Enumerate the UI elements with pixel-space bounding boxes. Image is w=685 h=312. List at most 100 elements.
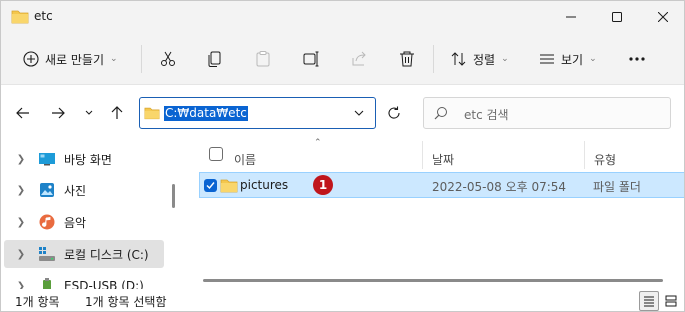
tiles-view-icon xyxy=(665,295,677,307)
sidebar-item-label: 사진 xyxy=(64,183,87,198)
sidebar-item-label: 음악 xyxy=(64,215,87,230)
search-input[interactable]: etc 검색 xyxy=(464,106,509,123)
recent-locations-button[interactable] xyxy=(77,101,101,125)
view-icon xyxy=(540,54,554,64)
chevron-right-icon[interactable]: ❯ xyxy=(4,185,38,196)
chevron-down-icon[interactable] xyxy=(353,107,365,119)
folder-icon xyxy=(220,179,238,193)
pictures-icon xyxy=(38,182,56,198)
file-row[interactable]: pictures 1 2022-05-08 오후 07:54 파일 폴더 xyxy=(199,172,684,198)
sort-label: 정렬 xyxy=(473,52,496,67)
file-explorer-window: etc 새로 만들기 ⌄ 정렬 ⌄ 보기 ⌄ C:₩data₩etc etc 검… xyxy=(0,0,685,312)
address-bar[interactable]: C:₩data₩etc xyxy=(139,97,376,129)
checkmark-icon xyxy=(206,182,215,190)
close-icon xyxy=(658,12,668,22)
view-button[interactable]: 보기 ⌄ xyxy=(539,45,597,73)
file-name: pictures xyxy=(240,178,289,192)
folder-icon xyxy=(11,10,29,24)
arrow-right-icon xyxy=(52,107,65,119)
sidebar-item-music[interactable]: ❯ 음악 xyxy=(4,208,164,236)
refresh-icon xyxy=(388,106,400,119)
column-header-name[interactable]: 이름 xyxy=(234,147,256,171)
refresh-button[interactable] xyxy=(382,101,406,125)
sort-up-icon: ⌃ xyxy=(314,138,322,148)
close-button[interactable] xyxy=(640,1,684,33)
delete-icon xyxy=(400,51,414,67)
forward-button[interactable] xyxy=(46,101,70,125)
view-label: 보기 xyxy=(561,52,584,67)
command-bar: 새로 만들기 ⌄ 정렬 ⌄ 보기 ⌄ xyxy=(1,33,684,85)
column-header-date[interactable]: 날짜 xyxy=(432,147,454,171)
sidebar-item-desktop[interactable]: ❯ 바탕 화면 xyxy=(4,145,164,173)
navigation-pane: ❯ 바탕 화면 ❯ 사진 ❯ 음악 ❯ 로컬 디스크 (C:) ❯ ESD-US… xyxy=(1,141,166,293)
share-button[interactable] xyxy=(347,47,371,71)
sidebar-item-pictures[interactable]: ❯ 사진 xyxy=(4,176,164,204)
rename-button[interactable] xyxy=(299,47,323,71)
column-divider[interactable] xyxy=(422,141,423,169)
title-bar: etc xyxy=(1,1,684,33)
address-input[interactable]: C:₩data₩etc xyxy=(164,106,248,121)
column-date-label: 날짜 xyxy=(432,152,455,167)
more-button[interactable] xyxy=(625,47,649,71)
selection-count: 1개 항목 선택함 xyxy=(85,295,167,309)
new-button-label: 새로 만들기 xyxy=(45,52,105,67)
column-type-label: 유형 xyxy=(594,152,617,167)
paste-icon xyxy=(256,51,270,67)
sidebar-item-label: 로컬 디스크 (C:) xyxy=(64,247,149,262)
tiles-view-button[interactable] xyxy=(661,291,681,311)
column-name-label: 이름 xyxy=(234,152,257,167)
details-view-icon xyxy=(644,296,654,307)
navigation-bar: C:₩data₩etc etc 검색 xyxy=(1,85,684,141)
chevron-right-icon[interactable]: ❯ xyxy=(4,154,38,165)
divider xyxy=(141,45,142,73)
search-box[interactable]: etc 검색 xyxy=(423,97,671,129)
column-header-type[interactable]: 유형 xyxy=(594,147,616,171)
file-list: ⌃ 이름 날짜 유형 pictures 1 2022-05-08 오후 07:5… xyxy=(181,138,684,289)
sort-icon xyxy=(451,52,466,66)
maximize-button[interactable] xyxy=(594,1,640,33)
rename-icon xyxy=(303,51,319,67)
copy-icon xyxy=(208,51,221,67)
sidebar-item-local-disk[interactable]: ❯ 로컬 디스크 (C:) xyxy=(4,240,164,268)
file-date: 2022-05-08 오후 07:54 xyxy=(432,180,567,194)
minimize-icon xyxy=(566,16,576,18)
cut-button[interactable] xyxy=(156,47,180,71)
share-icon xyxy=(352,51,366,66)
music-icon xyxy=(38,214,56,230)
column-divider[interactable] xyxy=(584,141,585,169)
plus-icon xyxy=(23,51,39,67)
chevron-down-icon xyxy=(85,110,93,115)
minimize-button[interactable] xyxy=(548,1,594,33)
details-view-button[interactable] xyxy=(639,291,659,311)
arrow-left-icon xyxy=(16,107,29,119)
paste-button[interactable] xyxy=(251,47,275,71)
delete-button[interactable] xyxy=(395,47,419,71)
step-badge: 1 xyxy=(313,175,333,195)
select-all-checkbox[interactable] xyxy=(209,147,223,161)
file-type: 파일 폴더 xyxy=(593,180,641,194)
search-icon xyxy=(434,107,447,120)
maximize-icon xyxy=(612,12,622,22)
arrow-up-icon xyxy=(111,106,123,119)
sidebar-scrollbar[interactable] xyxy=(172,184,175,208)
item-count: 1개 항목 xyxy=(15,295,60,309)
window-title: etc xyxy=(34,9,53,23)
sidebar-item-label: 바탕 화면 xyxy=(64,152,112,167)
chevron-down-icon: ⌄ xyxy=(110,54,118,64)
chevron-right-icon[interactable]: ❯ xyxy=(4,249,38,260)
new-button[interactable]: 새로 만들기 ⌄ xyxy=(17,45,124,73)
chevron-right-icon[interactable]: ❯ xyxy=(4,217,38,228)
cut-icon xyxy=(161,51,175,66)
back-button[interactable] xyxy=(11,101,35,125)
desktop-icon xyxy=(38,151,56,167)
status-bar: 1개 항목 1개 항목 선택함 xyxy=(1,289,684,311)
up-button[interactable] xyxy=(105,101,129,125)
divider xyxy=(433,45,434,73)
chevron-down-icon: ⌄ xyxy=(501,54,509,64)
drive-icon xyxy=(38,246,56,262)
copy-button[interactable] xyxy=(203,47,227,71)
row-checkbox[interactable] xyxy=(204,179,217,192)
horizontal-scrollbar[interactable] xyxy=(203,279,663,282)
sort-button[interactable]: 정렬 ⌄ xyxy=(451,45,509,73)
more-icon xyxy=(629,57,645,61)
